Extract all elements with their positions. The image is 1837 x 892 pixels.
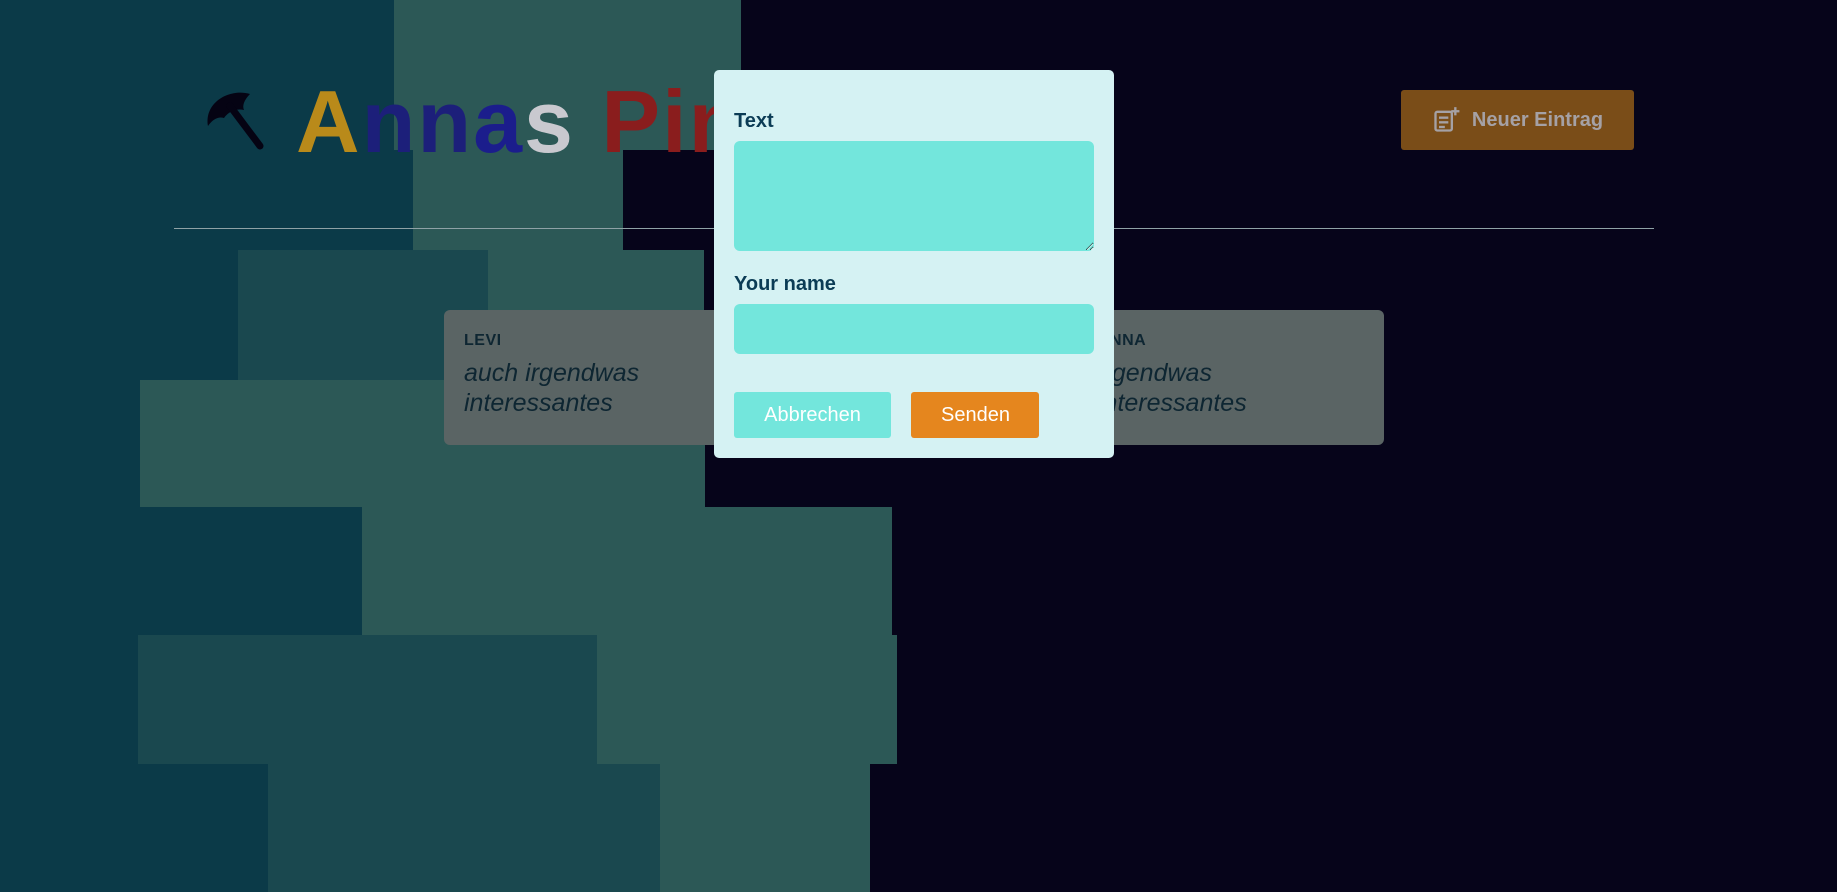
pin-text: irgendwas interessantes <box>1098 359 1247 417</box>
text-field[interactable] <box>734 141 1094 251</box>
pin-author: LEVI <box>464 332 502 349</box>
title-part: A <box>296 72 362 171</box>
note-add-icon <box>1434 107 1460 132</box>
text-label: Text <box>734 110 774 132</box>
name-field[interactable] <box>734 304 1094 354</box>
umbrella-icon <box>207 92 264 150</box>
name-label: Your name <box>734 273 836 295</box>
new-entry-button[interactable]: Neuer Eintrag <box>1401 90 1634 150</box>
new-entry-dialog: Text Your name Abbrechen Senden <box>714 70 1114 458</box>
page-title: Annas Pin <box>296 72 744 172</box>
title-part: s <box>524 72 602 171</box>
title-part: a <box>473 72 525 171</box>
cancel-button[interactable]: Abbrechen <box>734 392 891 438</box>
send-button[interactable]: Senden <box>911 392 1039 438</box>
pin-text: auch irgendwas interessantes <box>464 359 640 417</box>
dialog-actions: Abbrechen Senden <box>734 392 1039 438</box>
new-entry-label: Neuer Eintrag <box>1471 108 1604 131</box>
pin-author: ANNA <box>1098 332 1147 349</box>
title-part: nn <box>361 72 474 171</box>
